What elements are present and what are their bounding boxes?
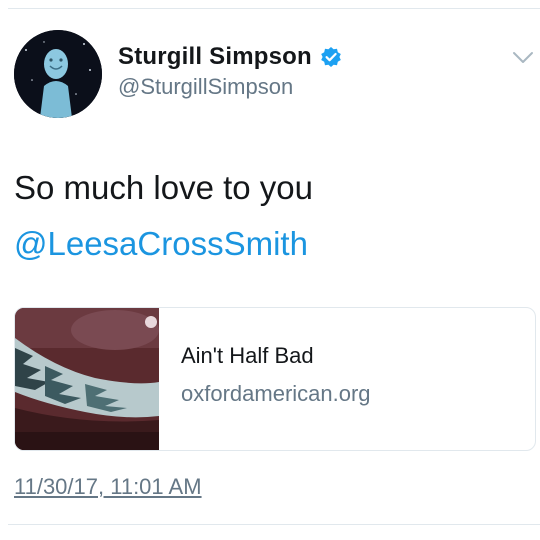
link-preview-card[interactable]: Ain't Half Bad oxfordamerican.org [14, 307, 536, 451]
card-thumbnail [15, 308, 159, 450]
verified-badge-icon [320, 46, 342, 68]
mention-link[interactable]: @LeesaCrossSmith [14, 216, 313, 272]
card-title: Ain't Half Bad [181, 343, 314, 368]
top-divider [8, 8, 540, 9]
bottom-divider [8, 524, 540, 525]
avatar[interactable] [14, 30, 102, 118]
user-handle[interactable]: @SturgillSimpson [118, 74, 342, 100]
chevron-down-icon[interactable] [512, 50, 534, 66]
tweet-header: Sturgill Simpson @SturgillSimpson [118, 42, 342, 100]
card-body: Ain't Half Bad oxfordamerican.org [181, 342, 371, 408]
tweet-timestamp[interactable]: 11/30/17, 11:01 AM [14, 474, 202, 500]
card-domain: oxfordamerican.org [181, 381, 371, 406]
tweet-text: So much love to you [14, 169, 313, 206]
tweet-body: So much love to you @LeesaCrossSmith [14, 160, 313, 272]
display-name-row: Sturgill Simpson [118, 42, 342, 72]
display-name[interactable]: Sturgill Simpson [118, 43, 312, 71]
